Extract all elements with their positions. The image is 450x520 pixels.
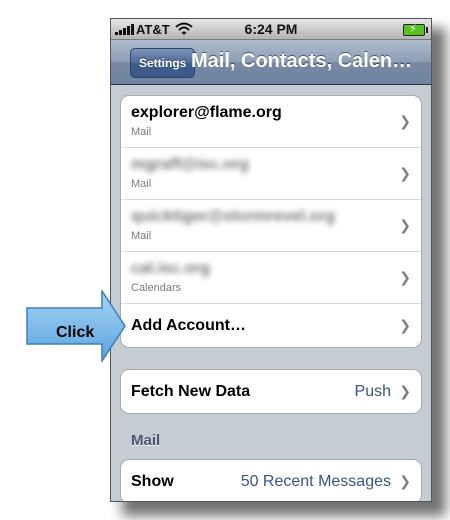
- account-row[interactable]: explorer@flame.org Mail ❯: [121, 96, 421, 147]
- back-button-settings[interactable]: Settings: [130, 48, 196, 78]
- fetch-group: Fetch New Data Push ❯: [120, 369, 422, 414]
- account-title: mgraff@isc.org: [131, 156, 249, 173]
- show-label: Show: [131, 473, 174, 490]
- chevron-right-icon: ❯: [399, 472, 411, 489]
- fetch-new-data-value: Push: [354, 383, 391, 400]
- add-account-button[interactable]: Add Account… ❯: [121, 303, 421, 347]
- status-time: 6:24 PM: [244, 21, 298, 37]
- battery-charging-icon: ⚡: [403, 23, 428, 36]
- mail-section-header: Mail: [131, 432, 161, 449]
- status-bar: AT&T 6:24 PM ⚡: [111, 19, 431, 40]
- chevron-right-icon: ❯: [399, 268, 411, 285]
- accounts-group: explorer@flame.org Mail ❯ mgraff@isc.org…: [120, 95, 422, 348]
- fetch-new-data-label: Fetch New Data: [131, 383, 251, 400]
- chevron-right-icon: ❯: [399, 316, 411, 333]
- show-value: 50 Recent Messages: [240, 473, 391, 490]
- account-row[interactable]: cal.isc.org Calendars ❯: [121, 251, 421, 303]
- navigation-bar: Settings Mail, Contacts, Calen…: [111, 40, 431, 85]
- settings-list: explorer@flame.org Mail ❯ mgraff@isc.org…: [111, 85, 431, 501]
- account-row[interactable]: mgraff@isc.org Mail ❯: [121, 147, 421, 199]
- account-type: Mail: [131, 178, 152, 190]
- account-type: Calendars: [131, 282, 182, 294]
- account-title: quicktiger@stormrevel.org: [131, 208, 336, 225]
- show-messages-row[interactable]: Show 50 Recent Messages ❯: [121, 460, 421, 501]
- phone-screen: AT&T 6:24 PM ⚡ Settings Mail, Contacts, …: [110, 18, 432, 502]
- back-button-label: Settings: [139, 56, 187, 70]
- chevron-right-icon: ❯: [399, 216, 411, 233]
- chevron-right-icon: ❯: [399, 164, 411, 181]
- account-row[interactable]: quicktiger@stormrevel.org Mail ❯: [121, 199, 421, 251]
- chevron-right-icon: ❯: [399, 112, 411, 129]
- add-account-label: Add Account…: [131, 317, 246, 334]
- fetch-new-data-row[interactable]: Fetch New Data Push ❯: [121, 370, 421, 413]
- account-title: explorer@flame.org: [131, 104, 282, 121]
- callout-label: Click: [56, 324, 95, 341]
- mail-group: Show 50 Recent Messages ❯: [120, 459, 422, 501]
- account-title: cal.isc.org: [131, 260, 211, 277]
- account-type: Mail: [131, 230, 152, 242]
- account-type: Mail: [131, 126, 152, 138]
- page-title: Mail, Contacts, Calen…: [191, 50, 413, 72]
- chevron-right-icon: ❯: [399, 382, 411, 399]
